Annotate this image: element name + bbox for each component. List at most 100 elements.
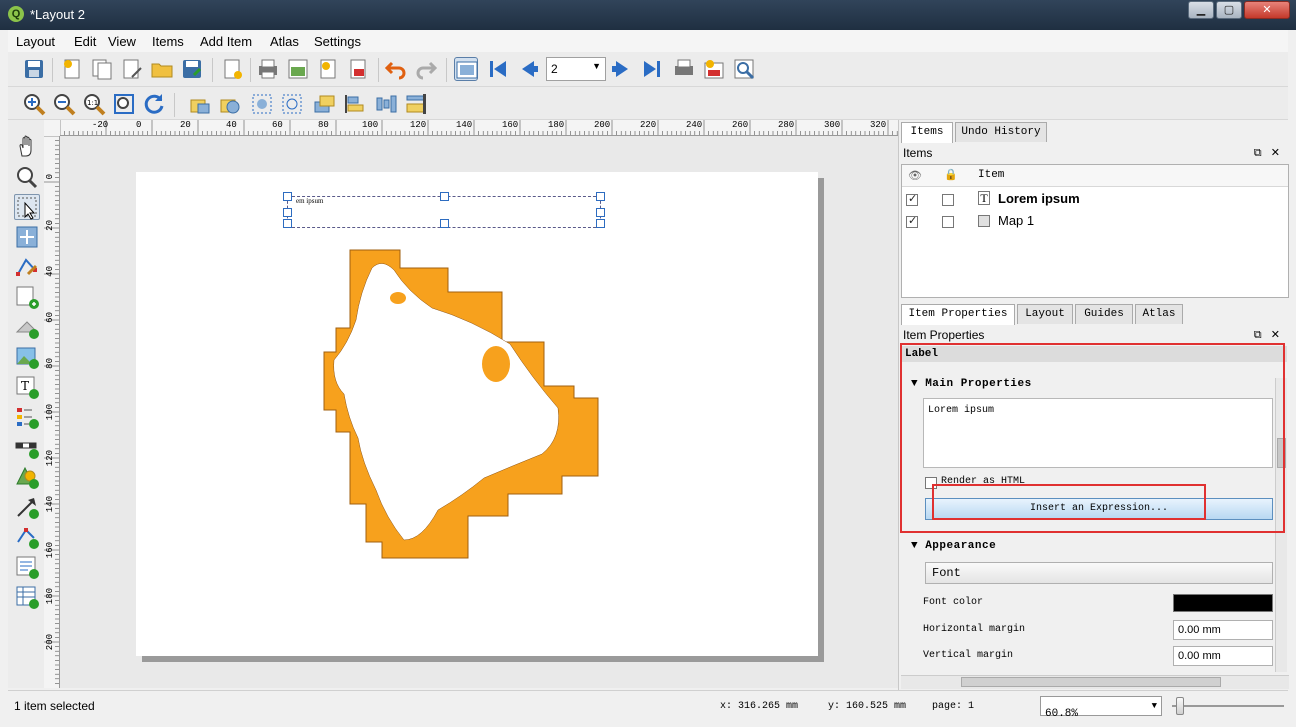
export-pdf-icon[interactable] bbox=[346, 57, 370, 81]
lock-checkbox[interactable] bbox=[942, 194, 954, 206]
menu-view[interactable]: View bbox=[108, 34, 136, 49]
add-scalebar-icon[interactable] bbox=[14, 434, 40, 460]
map-item[interactable] bbox=[322, 248, 612, 570]
tab-item-properties[interactable]: Item Properties bbox=[901, 304, 1015, 325]
resize-handle[interactable] bbox=[283, 219, 292, 228]
font-color-button[interactable] bbox=[1173, 594, 1273, 612]
menu-atlas[interactable]: Atlas bbox=[270, 34, 299, 49]
duplicate-layout-icon[interactable] bbox=[90, 57, 114, 81]
maximize-button[interactable]: ▢ bbox=[1216, 1, 1242, 19]
resize-handle[interactable] bbox=[283, 192, 292, 201]
tab-items[interactable]: Items bbox=[901, 122, 953, 143]
raise-items-icon[interactable] bbox=[312, 92, 336, 116]
visibility-checkbox[interactable] bbox=[906, 214, 918, 228]
resize-icon[interactable] bbox=[404, 92, 428, 116]
menu-settings[interactable]: Settings bbox=[314, 34, 361, 49]
dock-horizontal-scrollbar[interactable] bbox=[901, 675, 1289, 689]
add-arrow-icon[interactable] bbox=[14, 494, 40, 520]
list-item[interactable]: T Lorem ipsum bbox=[902, 189, 1288, 211]
font-button[interactable]: Font bbox=[925, 562, 1273, 584]
open-folder-icon[interactable] bbox=[150, 57, 174, 81]
menu-items[interactable]: Items bbox=[152, 34, 184, 49]
menu-add-item[interactable]: Add Item bbox=[200, 34, 252, 49]
ruler-tick-label: 0 bbox=[136, 120, 142, 130]
atlas-preview-icon[interactable] bbox=[454, 57, 478, 81]
resize-handle[interactable] bbox=[596, 208, 605, 217]
zoom-combo[interactable]: 60.8% ▼ bbox=[1040, 696, 1162, 720]
distribute-icon[interactable] bbox=[374, 92, 398, 116]
new-layout-icon[interactable] bbox=[60, 57, 84, 81]
zoom-slider-track[interactable] bbox=[1172, 705, 1284, 707]
select-move-icon[interactable] bbox=[14, 194, 40, 220]
export-atlas-image-icon[interactable] bbox=[702, 57, 726, 81]
menu-edit[interactable]: Edit bbox=[74, 34, 96, 49]
add-label-icon[interactable]: T bbox=[14, 374, 40, 400]
add-attribute-table-icon[interactable] bbox=[14, 584, 40, 610]
resize-handle[interactable] bbox=[440, 219, 449, 228]
add-html-icon[interactable] bbox=[14, 554, 40, 580]
first-feature-icon[interactable] bbox=[486, 57, 510, 81]
atlas-page-combo[interactable]: 2 ▼ bbox=[546, 57, 606, 81]
tab-guides[interactable]: Guides bbox=[1075, 304, 1133, 324]
zoom-in-icon[interactable] bbox=[22, 92, 46, 116]
add-node-item-icon[interactable] bbox=[14, 524, 40, 550]
tab-undo-history[interactable]: Undo History bbox=[955, 122, 1047, 142]
resize-handle[interactable] bbox=[596, 192, 605, 201]
edit-nodes-icon[interactable] bbox=[14, 254, 40, 280]
panel-float-close[interactable]: ⧉ ✕ bbox=[1254, 146, 1280, 160]
save-template-icon[interactable] bbox=[180, 57, 204, 81]
add-shape-icon[interactable] bbox=[14, 464, 40, 490]
export-svg-icon[interactable] bbox=[316, 57, 340, 81]
save-icon[interactable] bbox=[22, 57, 46, 81]
lock-items-icon[interactable] bbox=[188, 92, 212, 116]
tab-atlas[interactable]: Atlas bbox=[1135, 304, 1183, 324]
label-item[interactable]: em ipsum bbox=[283, 192, 605, 228]
print-icon[interactable] bbox=[256, 57, 280, 81]
tab-layout[interactable]: Layout bbox=[1017, 304, 1073, 324]
layout-properties-icon[interactable] bbox=[120, 57, 144, 81]
navigation-toolbar: 1:1 bbox=[8, 87, 1288, 120]
unlock-items-icon[interactable] bbox=[218, 92, 242, 116]
lock-checkbox[interactable] bbox=[942, 216, 954, 228]
group-items-icon[interactable] bbox=[250, 92, 274, 116]
undo-icon[interactable] bbox=[384, 57, 408, 81]
new-page-icon[interactable] bbox=[220, 57, 244, 81]
zoom-tool-icon[interactable] bbox=[14, 164, 40, 190]
minimize-button[interactable]: ▁ bbox=[1188, 1, 1214, 19]
resize-handle[interactable] bbox=[283, 208, 292, 217]
list-item[interactable]: Map 1 bbox=[902, 211, 1288, 233]
next-feature-icon[interactable] bbox=[610, 57, 634, 81]
ungroup-items-icon[interactable] bbox=[280, 92, 304, 116]
menu-layout[interactable]: Layout bbox=[16, 34, 55, 49]
add-map-icon[interactable] bbox=[14, 284, 40, 310]
add-legend-icon[interactable] bbox=[14, 404, 40, 430]
layout-canvas[interactable]: em ipsum bbox=[60, 136, 898, 688]
resize-handle[interactable] bbox=[596, 219, 605, 228]
redo-icon[interactable] bbox=[414, 57, 438, 81]
pan-icon[interactable] bbox=[14, 134, 40, 160]
last-feature-icon[interactable] bbox=[640, 57, 664, 81]
zoom-out-icon[interactable] bbox=[52, 92, 76, 116]
horizontal-margin-input[interactable]: 0.00 mm bbox=[1173, 620, 1273, 640]
visibility-checkbox[interactable] bbox=[906, 192, 918, 206]
refresh-icon[interactable] bbox=[142, 92, 166, 116]
add-picture-icon[interactable] bbox=[14, 344, 40, 370]
align-left-icon[interactable] bbox=[342, 92, 366, 116]
vertical-margin-input[interactable]: 0.00 mm bbox=[1173, 646, 1273, 666]
atlas-settings-icon[interactable] bbox=[732, 57, 756, 81]
previous-feature-icon[interactable] bbox=[516, 57, 540, 81]
zoom-actual-icon[interactable]: 1:1 bbox=[82, 92, 106, 116]
zoom-slider-handle[interactable] bbox=[1176, 697, 1184, 715]
panel-float-close[interactable]: ⧉ ✕ bbox=[1254, 328, 1280, 342]
layout-page[interactable]: em ipsum bbox=[136, 172, 818, 656]
ruler-tick-label: 20 bbox=[180, 120, 191, 130]
scrollbar-thumb[interactable] bbox=[961, 677, 1221, 687]
close-button[interactable]: ✕ bbox=[1244, 1, 1290, 19]
print-atlas-icon[interactable] bbox=[672, 57, 696, 81]
zoom-full-icon[interactable] bbox=[112, 92, 136, 116]
move-content-icon[interactable] bbox=[14, 224, 40, 250]
export-image-icon[interactable] bbox=[286, 57, 310, 81]
appearance-header[interactable]: ▼ Appearance bbox=[911, 540, 996, 552]
resize-handle[interactable] bbox=[440, 192, 449, 201]
add-3d-map-icon[interactable] bbox=[14, 314, 40, 340]
